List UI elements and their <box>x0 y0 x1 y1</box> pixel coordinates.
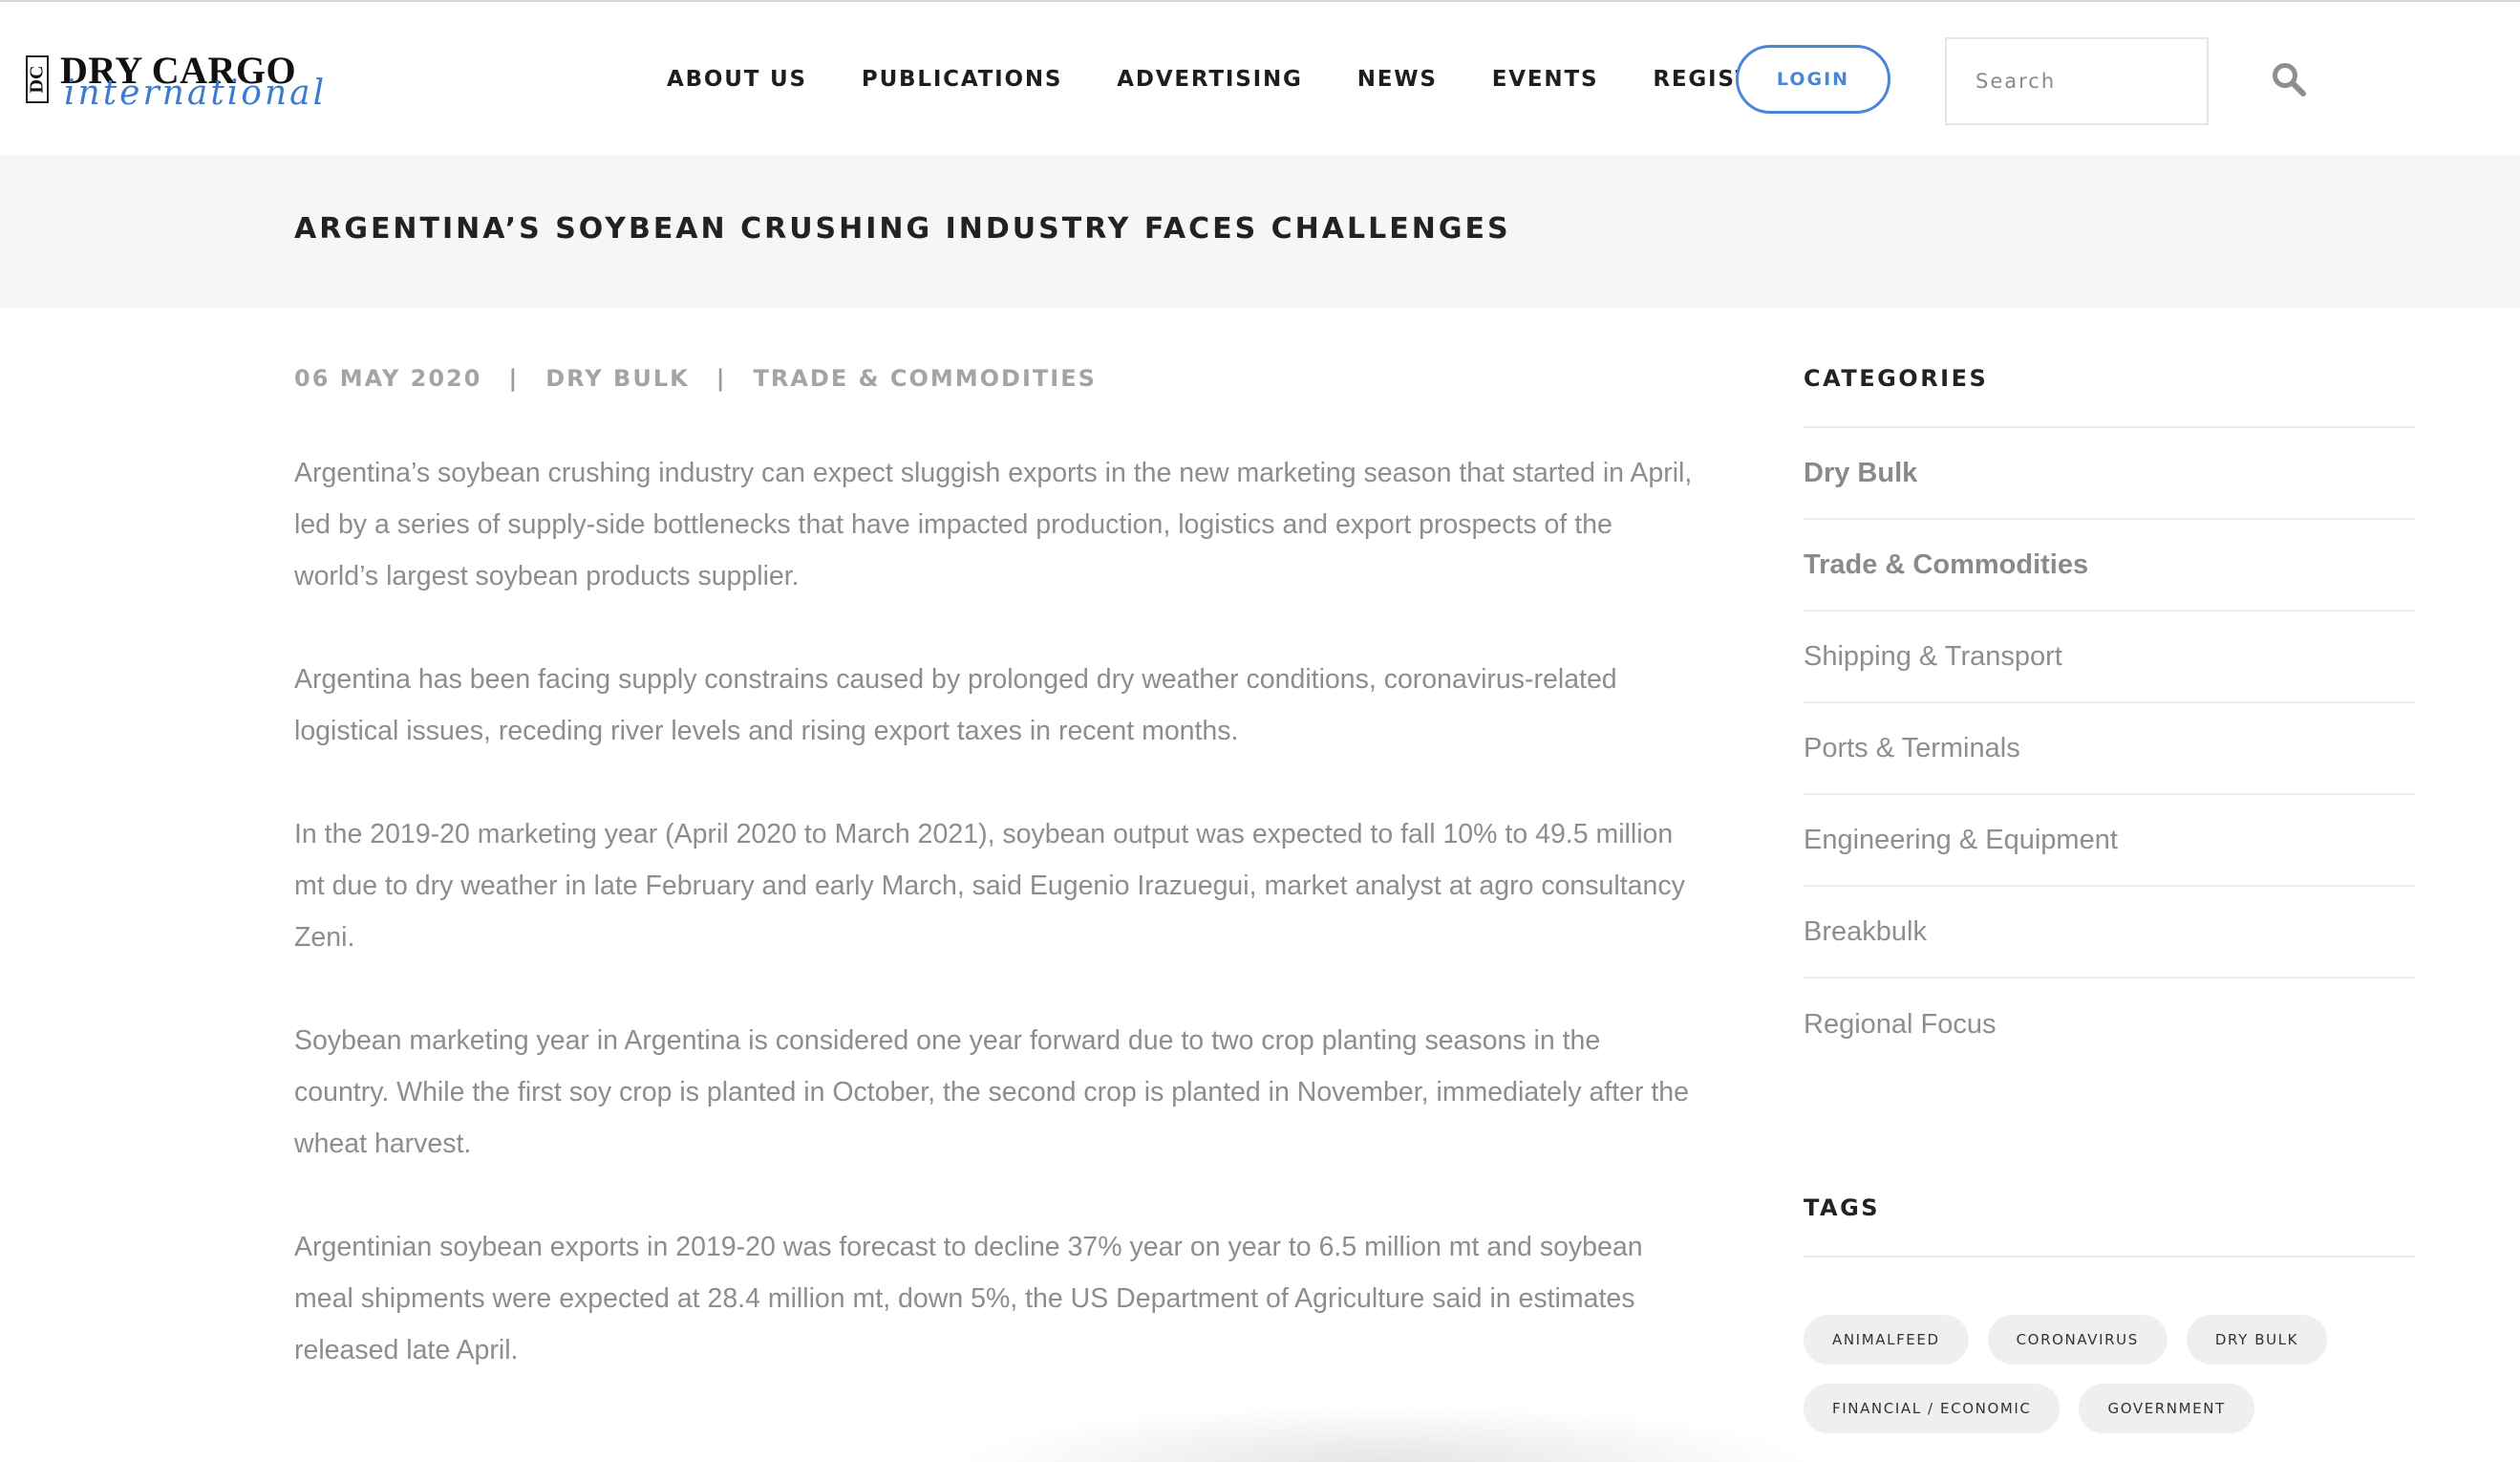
tags-section: TAGS ANIMALFEED CORONAVIRUS DRY BULK FIN… <box>1804 1193 2415 1433</box>
sidebar: CATEGORIES Dry Bulk Trade & Commodities … <box>1804 363 2415 1433</box>
tag-chip[interactable]: ANIMALFEED <box>1804 1315 1969 1365</box>
site-header: DC DRY CARGO international ABOUT US PUBL… <box>0 2 2520 155</box>
category-item[interactable]: Shipping & Transport <box>1804 612 2415 703</box>
meta-separator: | <box>715 365 727 392</box>
meta-separator: | <box>508 365 520 392</box>
nav-advertising[interactable]: ADVERTISING <box>1117 65 1302 94</box>
tag-chip[interactable]: FINANCIAL / ECONOMIC <box>1804 1384 2061 1433</box>
article-paragraph: In the 2019-20 marketing year (April 202… <box>294 819 1685 953</box>
main-nav: ABOUT US PUBLICATIONS ADVERTISING NEWS E… <box>667 65 1787 94</box>
logo-dc-mark: DC <box>26 55 49 103</box>
search-icon[interactable] <box>2271 61 2307 97</box>
article-date: 06 MAY 2020 <box>294 365 482 392</box>
page-title: ARGENTINA’S SOYBEAN CRUSHING INDUSTRY FA… <box>294 212 1511 246</box>
category-item[interactable]: Trade & Commodities <box>1804 520 2415 612</box>
tag-chip[interactable]: CORONAVIRUS <box>1987 1315 2168 1365</box>
article-paragraph: Argentina’s soybean crushing industry ca… <box>294 458 1693 591</box>
article-paragraph: Argentinian soybean exports in 2019-20 w… <box>294 1232 1643 1365</box>
article-paragraph: Soybean marketing year in Argentina is c… <box>294 1025 1690 1159</box>
category-item[interactable]: Dry Bulk <box>1804 428 2415 520</box>
categories-list: Dry Bulk Trade & Commodities Shipping & … <box>1804 428 2415 1070</box>
nav-publications[interactable]: PUBLICATIONS <box>862 65 1062 94</box>
scroll-shadow <box>955 1405 1815 1462</box>
nav-about-us[interactable]: ABOUT US <box>667 65 807 94</box>
article-meta: 06 MAY 2020 | DRY BULK | TRADE & COMMODI… <box>294 363 1097 394</box>
article-category-link[interactable]: DRY BULK <box>545 365 690 392</box>
logo-sub-text: international <box>64 74 328 113</box>
categories-heading: CATEGORIES <box>1804 365 1989 392</box>
category-item[interactable]: Ports & Terminals <box>1804 703 2415 795</box>
site-logo[interactable]: DC DRY CARGO international <box>26 48 324 113</box>
article-paragraph: Argentina has been facing supply constra… <box>294 664 1617 746</box>
login-button[interactable]: LOGIN <box>1736 45 1890 114</box>
category-item[interactable]: Engineering & Equipment <box>1804 795 2415 887</box>
nav-events[interactable]: EVENTS <box>1492 65 1599 94</box>
nav-news[interactable]: NEWS <box>1357 65 1438 94</box>
search-input[interactable] <box>1945 37 2209 125</box>
category-item[interactable]: Regional Focus <box>1804 978 2415 1070</box>
category-item[interactable]: Breakbulk <box>1804 887 2415 978</box>
article-category-link[interactable]: TRADE & COMMODITIES <box>753 365 1096 392</box>
logo-dc-text: DC <box>26 65 48 94</box>
tags-heading: TAGS <box>1804 1194 1881 1221</box>
page-title-band: ARGENTINA’S SOYBEAN CRUSHING INDUSTRY FA… <box>0 155 2520 308</box>
tag-cloud: ANIMALFEED CORONAVIRUS DRY BULK FINANCIA… <box>1804 1315 2396 1433</box>
article-body: Argentina’s soybean crushing industry ca… <box>294 447 1698 1428</box>
tag-chip[interactable]: DRY BULK <box>2186 1315 2328 1365</box>
tags-divider <box>1804 1256 2415 1258</box>
tag-chip[interactable]: GOVERNMENT <box>2079 1384 2254 1433</box>
